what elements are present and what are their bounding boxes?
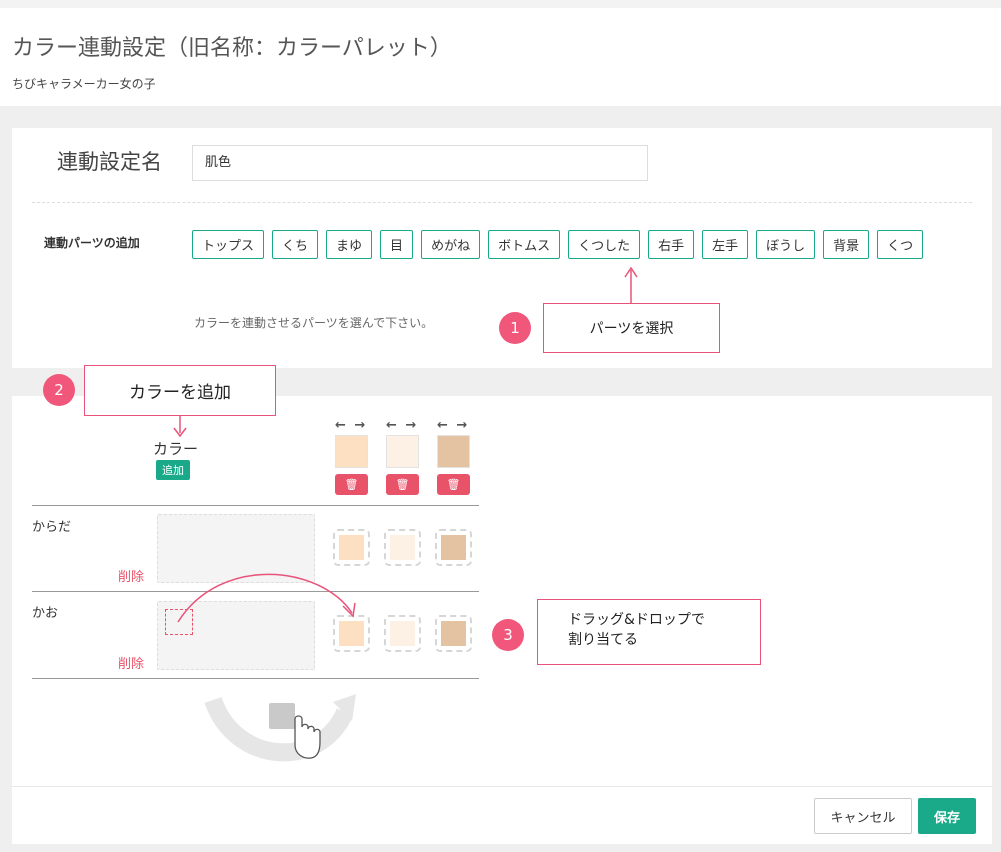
part-drop-zone[interactable]	[157, 514, 315, 583]
part-button-mouth[interactable]: くち	[272, 230, 319, 259]
setting-name-label: 連動設定名	[57, 150, 162, 174]
move-arrows-icon[interactable]: ← →	[335, 418, 367, 433]
row-name-body: からだ	[32, 520, 72, 535]
step-2-callout: カラーを追加	[84, 365, 276, 416]
drop-target-marker	[165, 609, 193, 635]
part-button-glasses[interactable]: めがね	[421, 230, 481, 259]
row-divider	[32, 678, 479, 679]
step-3-callout: ドラッグ&ドロップで 割り当てる	[537, 599, 761, 665]
row-name-face: かお	[32, 606, 59, 621]
footer: キャンセル 保存	[12, 786, 992, 844]
trash-icon: 🗑	[446, 478, 461, 491]
color-slot[interactable]	[384, 529, 421, 566]
part-button-hat[interactable]: ぼうし	[756, 230, 816, 259]
part-button-left-hand[interactable]: 左手	[702, 230, 749, 259]
step-3-line-1: ドラッグ&ドロップで	[568, 612, 705, 628]
row-delete-link[interactable]: 削除	[118, 653, 144, 672]
palette-card: カラー 追加 ← → ← → ← → 🗑 🗑 🗑 からだ 削除 かお 削除	[12, 396, 992, 786]
part-button-background[interactable]: 背景	[823, 230, 870, 259]
color-slot[interactable]	[435, 615, 472, 652]
add-color-button[interactable]: 追加	[156, 460, 190, 480]
page-header: カラー連動設定（旧名称：カラーパレット） ちびキャラメーカー女の子	[0, 8, 1001, 106]
part-button-eyebrows[interactable]: まゆ	[326, 230, 373, 259]
delete-color-button[interactable]: 🗑	[386, 474, 419, 495]
row-delete-link[interactable]: 削除	[118, 566, 144, 585]
part-button-tops[interactable]: トップス	[192, 230, 265, 259]
color-swatch[interactable]	[437, 435, 470, 468]
step-2-badge: 2	[43, 374, 75, 406]
part-button-bottoms[interactable]: ボトムス	[488, 230, 561, 259]
divider	[32, 202, 972, 203]
page-title: カラー連動設定（旧名称：カラーパレット）	[12, 36, 452, 61]
trash-icon: 🗑	[344, 478, 359, 491]
part-button-right-hand[interactable]: 右手	[648, 230, 695, 259]
save-button[interactable]: 保存	[918, 798, 976, 834]
move-arrows-icon[interactable]: ← →	[386, 418, 418, 433]
step-1-callout: パーツを選択	[543, 303, 720, 353]
parts-list: トップス くち まゆ 目 めがね ボトムス くつした 右手 左手 ぼうし 背景 …	[192, 230, 952, 259]
delete-color-button[interactable]: 🗑	[335, 474, 368, 495]
color-slot[interactable]	[435, 529, 472, 566]
color-slot[interactable]	[384, 615, 421, 652]
part-button-eyes[interactable]: 目	[380, 230, 414, 259]
parts-help-text: カラーを連動させるパーツを選んで下さい。	[194, 316, 434, 330]
part-button-socks[interactable]: くつした	[568, 230, 641, 259]
top-strip	[0, 0, 1001, 8]
step-3-line-2: 割り当てる	[568, 632, 638, 648]
step-1-badge: 1	[499, 312, 531, 344]
trash-icon: 🗑	[395, 478, 410, 491]
color-swatch[interactable]	[335, 435, 368, 468]
step-3-badge: 3	[492, 619, 524, 651]
row-divider	[32, 505, 479, 506]
color-column-header: カラー	[153, 440, 199, 458]
move-arrows-icon[interactable]: ← →	[437, 418, 469, 433]
setting-name-input[interactable]: 肌色	[192, 145, 648, 181]
parts-label: 連動パーツの追加	[44, 236, 140, 250]
page-subtitle: ちびキャラメーカー女の子	[12, 77, 156, 91]
color-slot[interactable]	[333, 529, 370, 566]
cancel-button[interactable]: キャンセル	[814, 798, 912, 834]
part-button-shoes[interactable]: くつ	[877, 230, 924, 259]
delete-color-button[interactable]: 🗑	[437, 474, 470, 495]
color-slot[interactable]	[333, 615, 370, 652]
row-divider	[32, 591, 479, 592]
color-swatch[interactable]	[386, 435, 419, 468]
